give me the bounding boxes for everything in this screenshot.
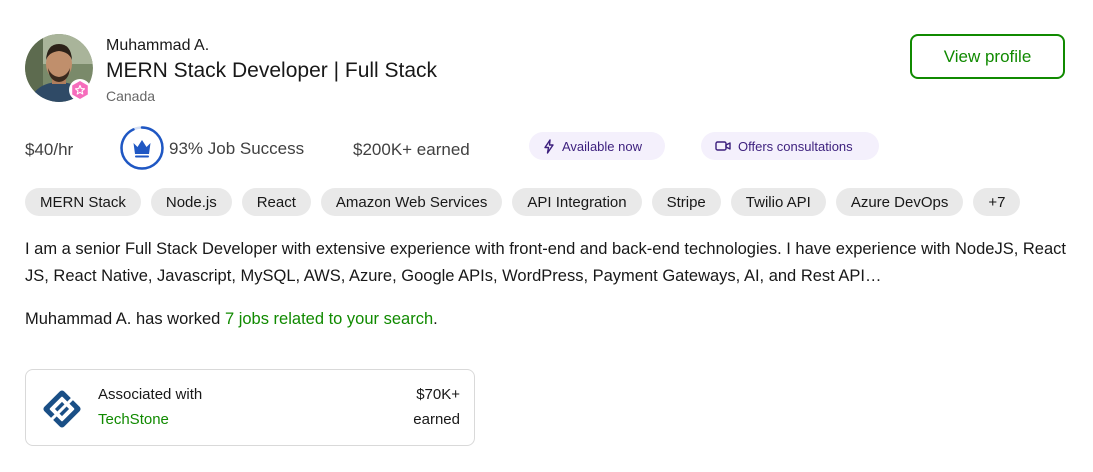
rising-talent-badge-icon: [69, 79, 91, 101]
freelancer-title[interactable]: MERN Stack Developer | Full Stack: [106, 59, 437, 83]
association-card[interactable]: Associated with TechStone $70K+ earned: [25, 369, 475, 446]
skill-tag[interactable]: Azure DevOps: [835, 188, 964, 216]
job-success-score: 93% Job Success: [169, 139, 305, 158]
total-earned: $200K+ earned: [353, 140, 470, 159]
skill-tag[interactable]: React: [241, 188, 311, 216]
agency-earned-amount: $70K+: [416, 386, 460, 403]
hourly-rate: $40/hr: [25, 140, 74, 159]
related-jobs-suffix: .: [433, 310, 438, 328]
skills-list: MERN Stack Node.js React Amazon Web Serv…: [25, 188, 1021, 216]
view-profile-button[interactable]: View profile: [910, 34, 1065, 79]
avatar-container[interactable]: [25, 34, 93, 102]
more-skills-button[interactable]: +7: [973, 188, 1021, 216]
consultations-label: Offers consultations: [738, 138, 853, 154]
profile-description[interactable]: I am a senior Full Stack Developer with …: [25, 236, 1070, 290]
skill-tag[interactable]: Node.js: [150, 188, 232, 216]
available-now-label: Available now: [562, 138, 642, 154]
skill-tag[interactable]: Amazon Web Services: [320, 188, 503, 216]
agency-name-link[interactable]: TechStone: [98, 411, 169, 428]
lightning-icon: [544, 138, 554, 154]
available-now-badge: Available now: [529, 132, 665, 160]
agency-earned-label: earned: [413, 411, 460, 428]
skill-tag[interactable]: API Integration: [512, 188, 642, 216]
related-jobs-text: Muhammad A. has worked 7 jobs related to…: [25, 310, 438, 329]
job-success-icon: [120, 126, 164, 170]
skill-tag[interactable]: MERN Stack: [25, 188, 141, 216]
techstone-logo-icon: [43, 390, 81, 428]
skill-tag[interactable]: Twilio API: [730, 188, 826, 216]
freelancer-name[interactable]: Muhammad A.: [106, 37, 209, 55]
related-jobs-link[interactable]: 7 jobs related to your search: [225, 310, 433, 328]
associated-with-label: Associated with: [98, 386, 203, 403]
consultations-badge: Offers consultations: [701, 132, 879, 160]
skill-tag[interactable]: Stripe: [651, 188, 721, 216]
freelancer-location: Canada: [106, 88, 156, 104]
related-jobs-prefix: Muhammad A. has worked: [25, 310, 225, 328]
video-camera-icon: [715, 141, 731, 151]
